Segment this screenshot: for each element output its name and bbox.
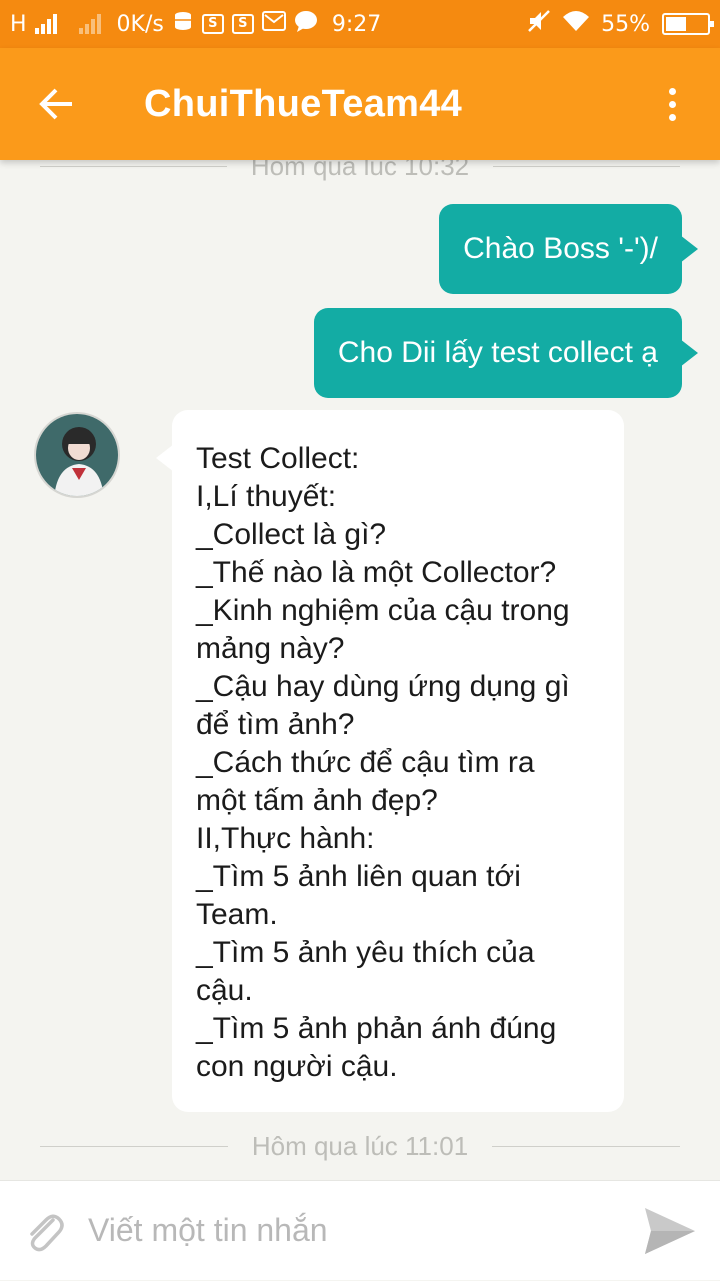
outgoing-message-text: Cho Dii lấy test collect ạ [337,336,658,369]
date-divider: Hôm qua lúc 11:01 [40,1126,681,1166]
status-right: 55% [527,9,714,39]
battery-fill [666,17,687,31]
back-arrow-icon [39,88,72,120]
send-button[interactable] [620,1181,720,1281]
incoming-message-line: _Tìm 5 ảnh phản ánh đúng [196,1012,557,1045]
conversation-title: ChuiThueTeam44 [144,82,463,125]
more-options-button[interactable] [624,48,720,160]
battery-icon [662,13,714,35]
signal-2-icon [78,14,101,34]
network-speed: 0K/s [116,11,164,37]
avatar-image [36,414,118,496]
incoming-message-line: _Thế nào là một Collector? [196,556,557,589]
incoming-message-line: I,Lí thuyết: [196,480,337,513]
more-vert-icon [668,87,676,121]
status-bar: H 0K/s S S 9:27 55% [0,0,720,48]
incoming-message-line: để tìm ảnh? [196,708,355,741]
incoming-message-line: Team. [196,898,278,931]
wifi-icon [561,9,591,39]
incoming-message-line: một tấm ảnh đẹp? [196,784,438,817]
outgoing-message[interactable]: Cho Dii lấy test collect ạ [313,308,699,398]
attach-button[interactable] [0,1181,88,1281]
incoming-message-line: _Kinh nghiệm của cậu trong [196,594,570,627]
incoming-message-line: _Cậu hay dùng ứng dụng gì [196,670,570,703]
sim-badge-2-icon: S [231,14,254,34]
sim-badge-icon: S [201,14,224,34]
send-icon [645,1207,695,1254]
outgoing-message[interactable]: Chào Boss '-')/ [439,204,698,294]
mute-icon [527,9,551,39]
incoming-message-line: _Tìm 5 ảnh yêu thích của [196,936,535,969]
message-composer [0,1180,720,1280]
status-left: H 0K/s S S 9:27 [10,10,527,38]
incoming-message[interactable]: Test Collect: I,Lí thuyết: _Collect là gì?… [156,410,624,1112]
incoming-message-line: con người cậu. [196,1050,398,1083]
app-bar: ChuiThueTeam44 [0,48,720,160]
incoming-message-line: _Tìm 5 ảnh liên quan tới [196,860,521,893]
paperclip-icon [30,1214,64,1251]
outgoing-message-text: Chào Boss '-')/ [463,232,658,265]
contact-avatar[interactable] [34,412,120,498]
incoming-message-line: II,Thực hành: [196,822,375,855]
clock-time: 9:27 [331,11,382,37]
incoming-message-line: Test Collect: [196,442,360,475]
incoming-message-line: _Cách thức để cậu tìm ra [196,746,535,779]
network-type: H [10,11,27,37]
signal-icon [34,14,57,34]
database-icon [172,10,194,38]
message-input[interactable] [88,1212,620,1249]
back-button[interactable] [0,48,112,160]
incoming-message-line: cậu. [196,974,253,1007]
battery-percent: 55% [601,11,650,37]
mail-icon [261,11,286,37]
date-divider-label: Hôm qua lúc 11:01 [251,1130,469,1161]
chat-bubble-icon [294,10,318,38]
incoming-message-line: mảng này? [196,632,345,665]
chat-area[interactable]: Hôm qua lúc 10:32 Chào Boss '-')/ Cho Di… [0,140,720,1180]
incoming-message-line: _Collect là gì? [196,518,387,551]
